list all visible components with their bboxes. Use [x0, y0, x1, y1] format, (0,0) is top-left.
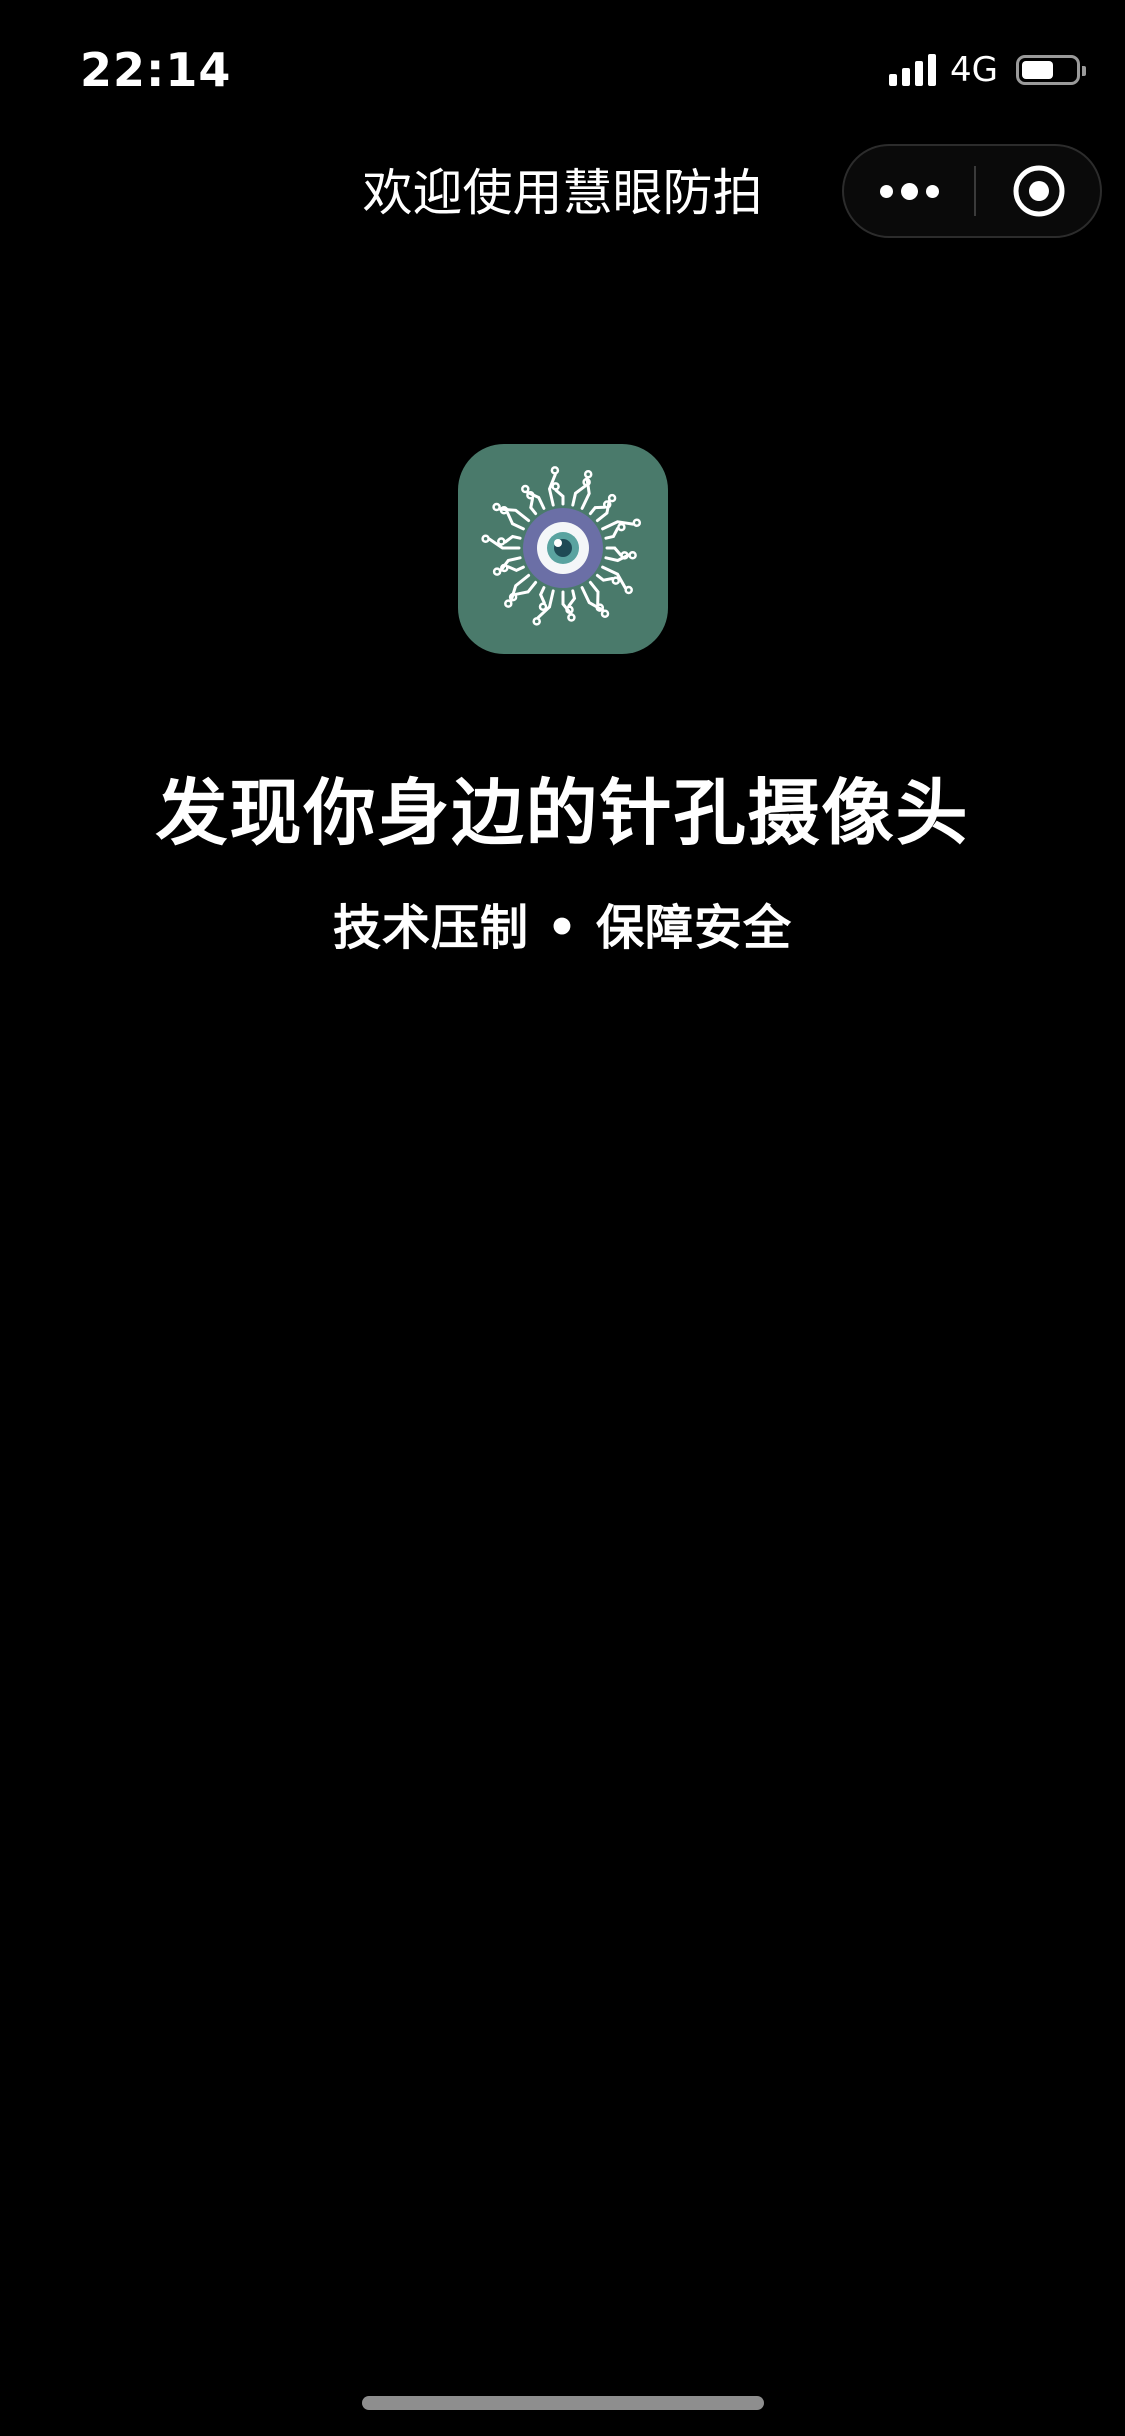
circuit-node [551, 482, 560, 491]
network-type: 4G [950, 50, 998, 90]
circuit-trace [604, 526, 620, 540]
circuit-trace [509, 573, 531, 603]
signal-icon [889, 54, 937, 86]
circuit-trace [588, 505, 606, 516]
home-indicator[interactable] [362, 2396, 764, 2410]
status-time: 22:14 [80, 43, 232, 97]
circuit-node [550, 466, 560, 475]
more-dots-icon [879, 184, 893, 198]
battery-level [1022, 61, 1053, 79]
circuit-node [624, 585, 633, 595]
circuit-node [607, 493, 617, 503]
circuit-node [583, 469, 593, 479]
circuit-node [611, 576, 621, 585]
circuit-node [532, 617, 541, 626]
circuit-trace [503, 534, 522, 544]
circuit-node [504, 599, 513, 608]
circuit-trace [498, 507, 531, 523]
mini-program-capsule [842, 144, 1102, 238]
circuit-trace [538, 586, 546, 605]
headline: 发现你身边的针孔摄像头 [155, 771, 970, 855]
circuit-trace [605, 546, 623, 557]
circuit-trace [595, 573, 614, 582]
app-logo [458, 444, 668, 654]
circuit-node [567, 613, 576, 622]
eye-circuit-icon [481, 466, 642, 626]
circuit-node [628, 551, 637, 560]
target-close-icon [1013, 165, 1065, 217]
circuit-node [538, 602, 548, 611]
circuit-trace [567, 589, 577, 608]
battery-icon [1016, 55, 1086, 85]
close-button[interactable] [976, 146, 1102, 236]
circuit-node [497, 537, 506, 546]
status-indicators: 4G [889, 46, 1086, 94]
circuit-trace [580, 586, 605, 612]
circuit-trace [506, 565, 525, 573]
circuit-node [617, 522, 626, 532]
circuit-node [632, 518, 642, 528]
circuit-node [481, 534, 490, 543]
subline: 技术压制 • 保障安全 [332, 900, 793, 956]
circuit-trace [554, 488, 565, 506]
circuit-trace [588, 580, 600, 606]
circuit-node [600, 609, 610, 618]
more-button[interactable] [844, 146, 974, 236]
circuit-node [492, 567, 502, 576]
circuit-node [492, 502, 501, 512]
circuit-node [521, 484, 530, 494]
circuit-trace [529, 497, 538, 516]
